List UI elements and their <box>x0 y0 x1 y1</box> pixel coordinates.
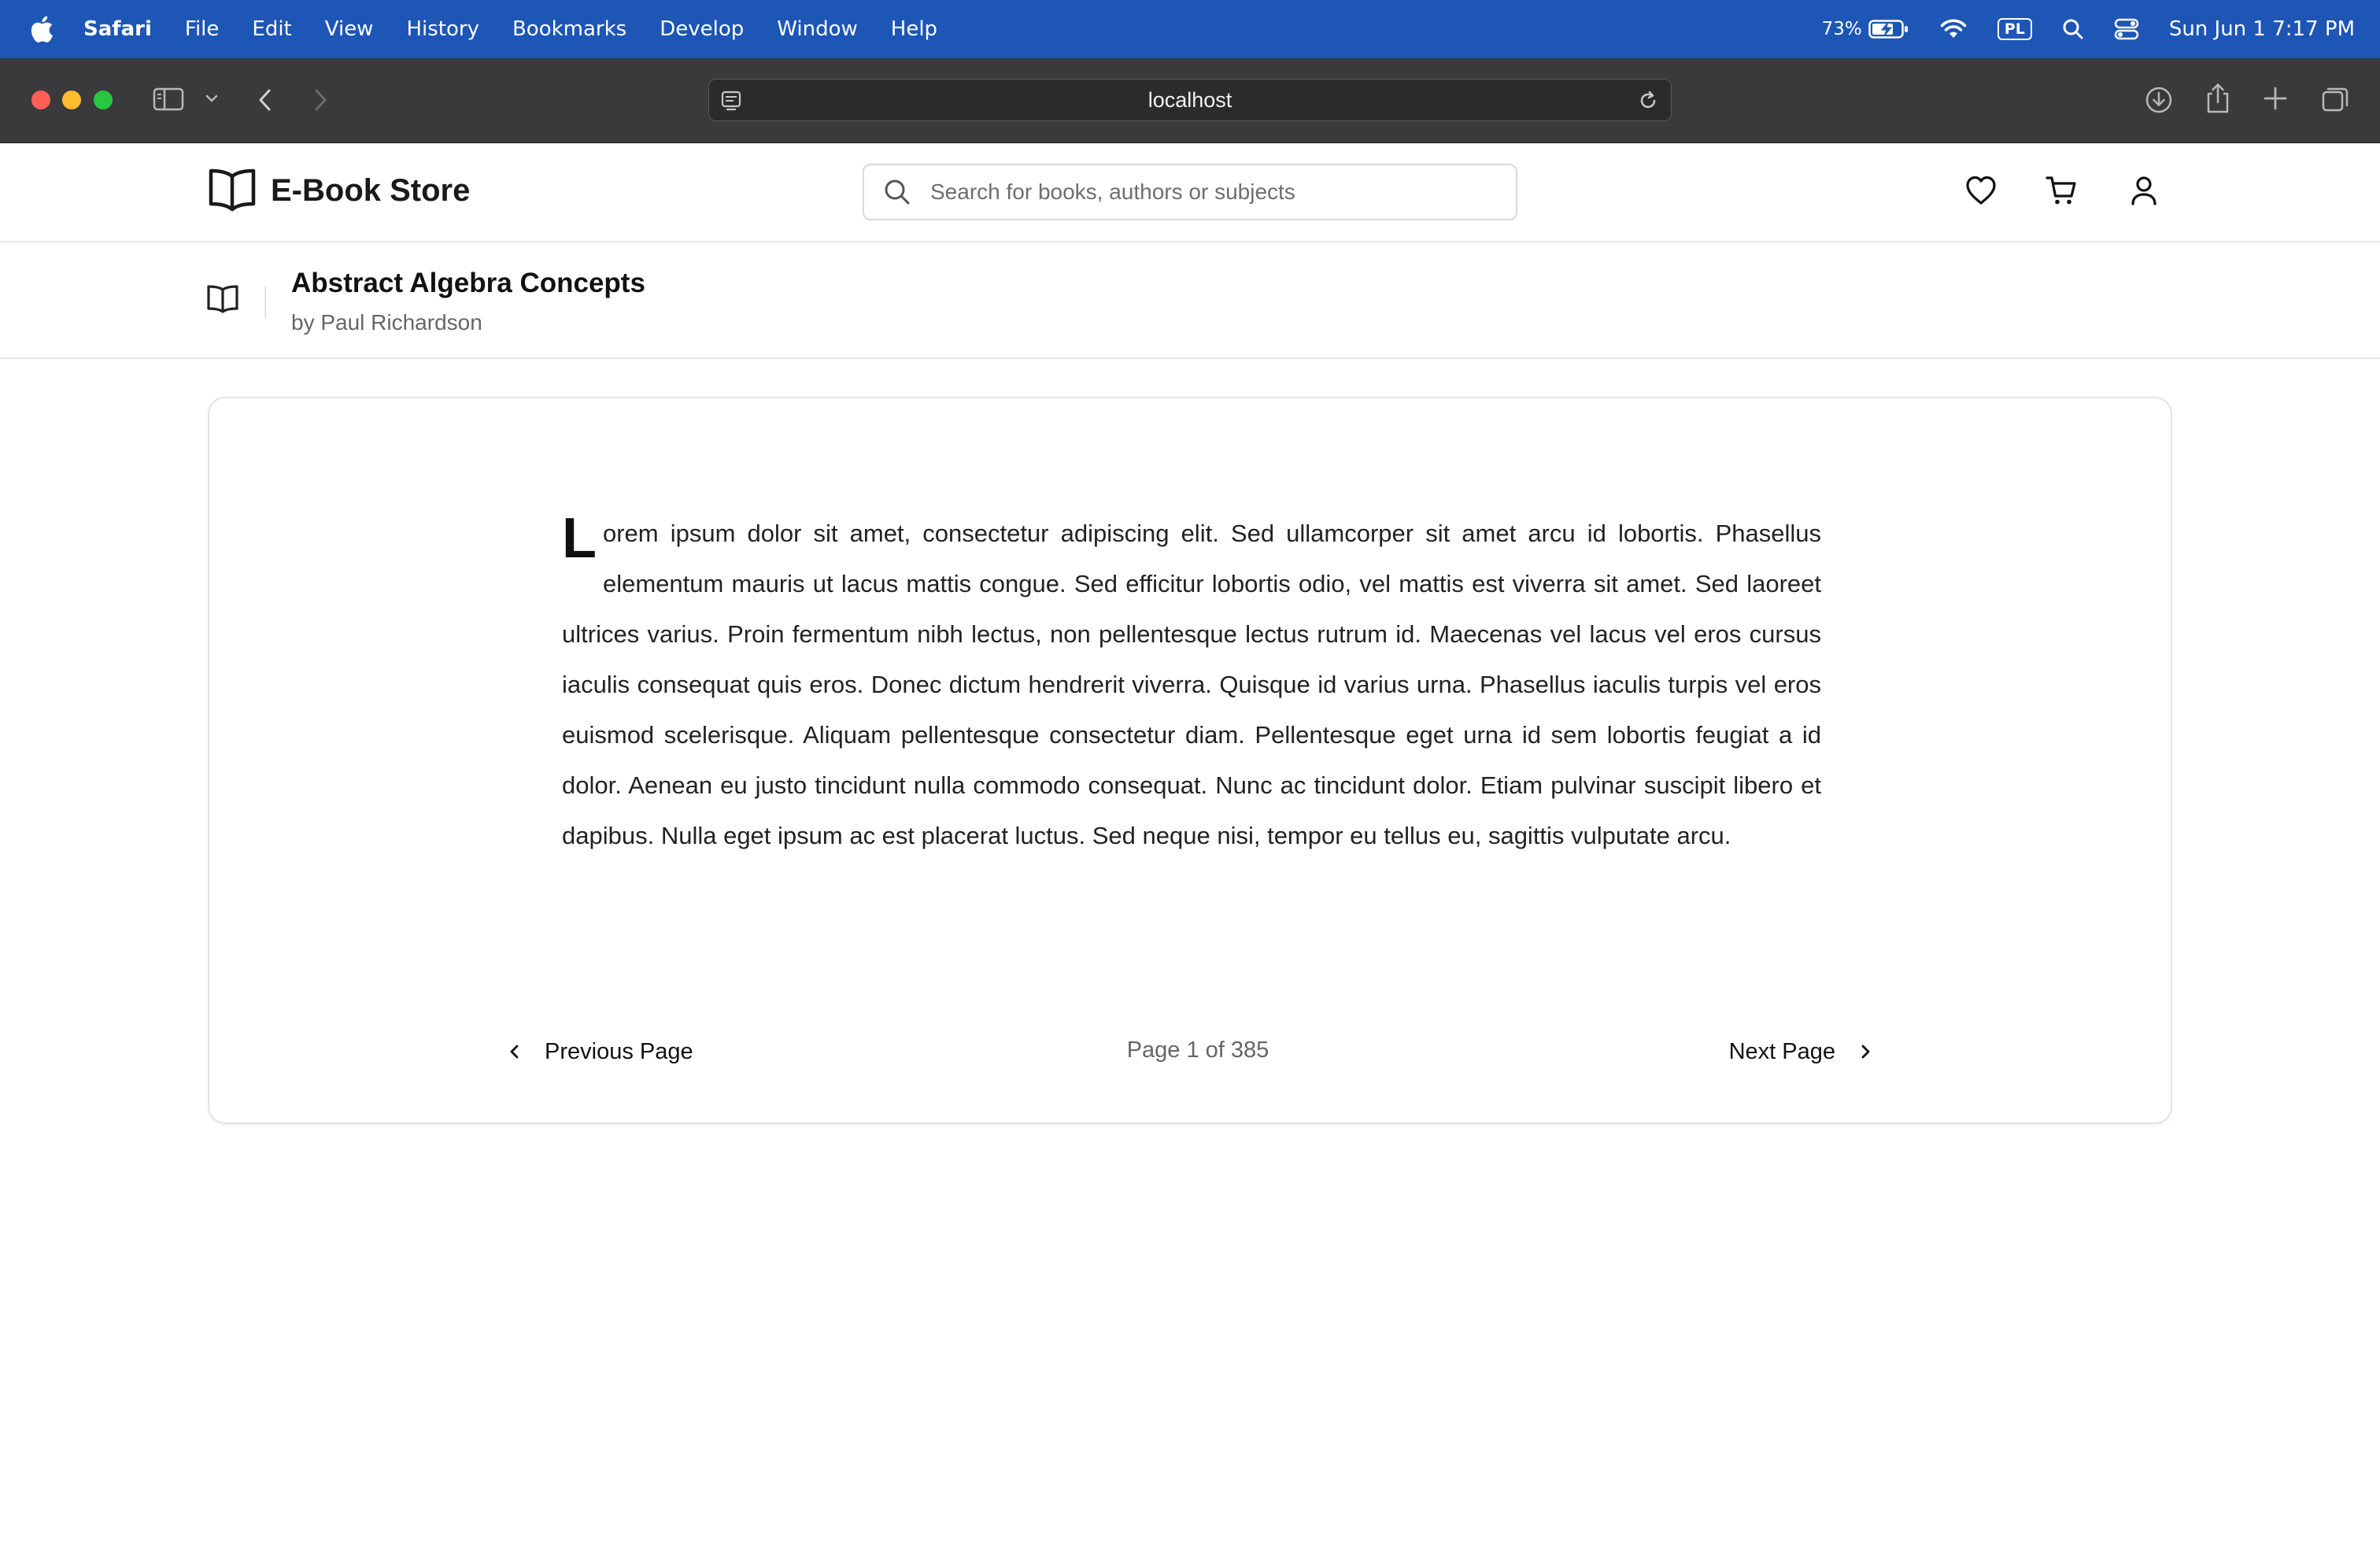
search-bar[interactable] <box>863 164 1517 220</box>
user-account-icon[interactable] <box>2130 175 2158 206</box>
shopping-cart-icon[interactable] <box>2045 175 2079 206</box>
close-window-button[interactable] <box>31 91 50 109</box>
tab-overview-icon[interactable] <box>2320 85 2350 113</box>
page-settings-icon[interactable] <box>720 89 744 118</box>
reader-page-card: Lorem ipsum dolor sit amet, consectetur … <box>208 397 2172 1124</box>
menu-help[interactable]: Help <box>891 17 937 41</box>
forward-icon[interactable] <box>312 87 329 113</box>
menu-develop[interactable]: Develop <box>660 17 744 41</box>
page-body-text: orem ipsum dolor sit amet, consectetur a… <box>562 520 1821 849</box>
macos-menu-bar: Safari File Edit View History Bookmarks … <box>0 0 2380 58</box>
site-header: E-Book Store <box>0 143 2380 242</box>
menu-history[interactable]: History <box>406 17 479 41</box>
wishlist-heart-icon[interactable] <box>1964 175 1998 206</box>
header-divider <box>264 287 266 318</box>
browser-toolbar: localhost <box>0 58 2380 143</box>
back-icon[interactable] <box>257 87 274 113</box>
menu-edit[interactable]: Edit <box>252 17 291 41</box>
battery-status[interactable]: 73% <box>1822 19 1909 39</box>
downloads-icon[interactable] <box>2144 85 2174 115</box>
drop-cap: L <box>562 507 597 570</box>
url-text[interactable]: localhost <box>1148 88 1232 113</box>
battery-percent: 73% <box>1821 19 1862 39</box>
next-page-label: Next Page <box>1728 1038 1835 1064</box>
menu-window[interactable]: Window <box>777 17 858 41</box>
book-open-icon[interactable] <box>206 283 239 315</box>
menu-app-safari[interactable]: Safari <box>83 17 152 41</box>
site-logo[interactable]: E-Book Store <box>208 167 470 214</box>
sidebar-toggle-icon[interactable] <box>153 87 184 112</box>
search-input[interactable] <box>930 179 1481 205</box>
page-indicator: Page 1 of 385 <box>1126 1037 1269 1063</box>
site-name: E-Book Store <box>271 172 471 208</box>
chevron-right-icon <box>1859 1042 1872 1061</box>
control-center-icon[interactable] <box>2114 18 2139 40</box>
next-page-button[interactable]: Next Page <box>1729 1028 1872 1075</box>
address-bar[interactable]: localhost <box>708 79 1672 121</box>
reload-icon[interactable] <box>1636 89 1660 118</box>
wifi-icon[interactable] <box>1939 18 1968 40</box>
page-content: Lorem ipsum dolor sit amet, consectetur … <box>562 509 1821 861</box>
open-book-logo-icon <box>209 168 256 212</box>
menu-view[interactable]: View <box>325 17 374 41</box>
search-icon <box>883 178 911 206</box>
input-source-badge[interactable]: PL <box>1997 18 2032 40</box>
share-icon[interactable] <box>2204 82 2232 115</box>
zoom-window-button[interactable] <box>94 91 113 109</box>
book-author: by Paul Richardson <box>291 310 482 335</box>
battery-charging-icon <box>1868 20 1908 39</box>
new-tab-icon[interactable] <box>2262 85 2289 112</box>
apple-menu-icon[interactable] <box>30 15 55 43</box>
menu-file[interactable]: File <box>185 17 220 41</box>
reader-header: Abstract Algebra Concepts by Paul Richar… <box>0 242 2380 359</box>
page-navigation: Previous Page Page 1 of 385 Next Page <box>209 1028 2171 1075</box>
menu-bookmarks[interactable]: Bookmarks <box>512 17 626 41</box>
minimize-window-button[interactable] <box>62 91 81 109</box>
spotlight-search-icon[interactable] <box>2062 18 2084 40</box>
chevron-down-icon[interactable] <box>205 93 219 104</box>
menubar-clock[interactable]: Sun Jun 1 7:17 PM <box>2169 17 2355 41</box>
book-title: Abstract Algebra Concepts <box>291 268 645 298</box>
